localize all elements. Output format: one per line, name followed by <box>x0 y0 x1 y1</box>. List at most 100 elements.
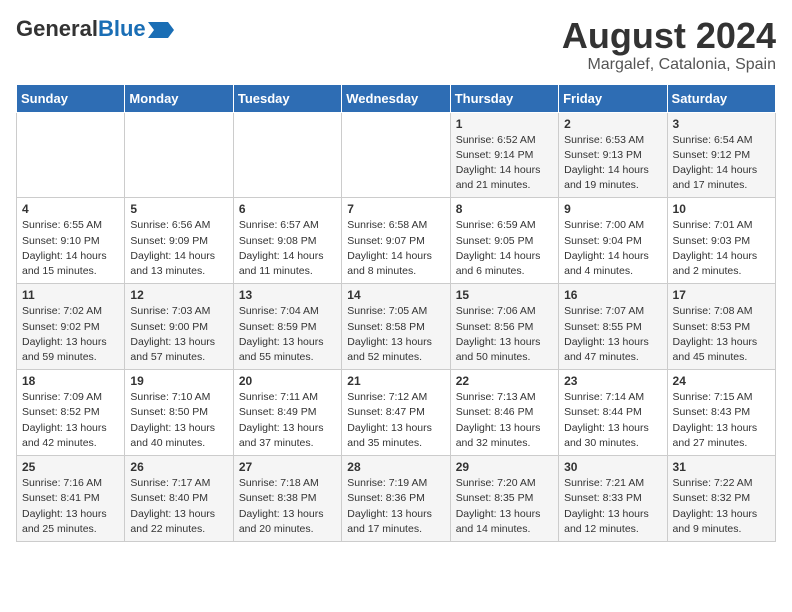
day-number: 27 <box>239 460 336 474</box>
logo-arrow-icon <box>148 22 174 38</box>
day-info: Sunrise: 7:03 AM Sunset: 9:00 PM Dayligh… <box>130 304 227 365</box>
day-cell: 17Sunrise: 7:08 AM Sunset: 8:53 PM Dayli… <box>667 284 775 370</box>
day-cell: 25 Sunrise: 7:16 AM Sunset: 8:41 PM Dayli… <box>17 456 125 542</box>
week-row-5: 25 Sunrise: 7:16 AM Sunset: 8:41 PM Dayli… <box>17 456 776 542</box>
title-block: August 2024 Margalef, Catalonia, Spain <box>562 16 776 74</box>
day-number: 6 <box>239 202 336 216</box>
day-cell: 2Sunrise: 6:53 AM Sunset: 9:13 PM Daylig… <box>559 112 667 198</box>
header-cell-tuesday: Tuesday <box>233 84 341 112</box>
day-cell: 6 Sunrise: 6:57 AM Sunset: 9:08 PM Daylig… <box>233 198 341 284</box>
day-info: Sunrise: 6:53 AM Sunset: 9:13 PM Dayligh… <box>564 133 661 194</box>
day-cell: 7 Sunrise: 6:58 AM Sunset: 9:07 PM Daylig… <box>342 198 450 284</box>
day-info: Sunrise: 7:20 AM Sunset: 8:35 PM Dayligh… <box>456 476 553 537</box>
day-info: Sunrise: 6:56 AM Sunset: 9:09 PM Dayligh… <box>130 218 227 279</box>
day-cell: 20 Sunrise: 7:11 AM Sunset: 8:49 PM Dayli… <box>233 370 341 456</box>
day-number: 22 <box>456 374 553 388</box>
logo-text-general: General <box>16 16 98 42</box>
day-cell: 16Sunrise: 7:07 AM Sunset: 8:55 PM Dayli… <box>559 284 667 370</box>
day-info: Sunrise: 6:57 AM Sunset: 9:08 PM Dayligh… <box>239 218 336 279</box>
day-number: 30 <box>564 460 661 474</box>
day-number: 26 <box>130 460 227 474</box>
day-info: Sunrise: 7:06 AM Sunset: 8:56 PM Dayligh… <box>456 304 553 365</box>
day-cell: 21Sunrise: 7:12 AM Sunset: 8:47 PM Dayli… <box>342 370 450 456</box>
calendar-title: August 2024 <box>562 16 776 56</box>
day-number: 15 <box>456 288 553 302</box>
day-cell: 26Sunrise: 7:17 AM Sunset: 8:40 PM Dayli… <box>125 456 233 542</box>
day-info: Sunrise: 7:19 AM Sunset: 8:36 PM Dayligh… <box>347 476 444 537</box>
day-number: 13 <box>239 288 336 302</box>
day-info: Sunrise: 6:55 AM Sunset: 9:10 PM Dayligh… <box>22 218 119 279</box>
week-row-2: 4 Sunrise: 6:55 AM Sunset: 9:10 PM Daylig… <box>17 198 776 284</box>
page-header: General Blue August 2024 Margalef, Catal… <box>16 16 776 74</box>
day-number: 10 <box>673 202 770 216</box>
day-number: 29 <box>456 460 553 474</box>
day-number: 9 <box>564 202 661 216</box>
day-number: 18 <box>22 374 119 388</box>
day-cell: 14Sunrise: 7:05 AM Sunset: 8:58 PM Dayli… <box>342 284 450 370</box>
header-cell-thursday: Thursday <box>450 84 558 112</box>
week-row-3: 11 Sunrise: 7:02 AM Sunset: 9:02 PM Dayli… <box>17 284 776 370</box>
day-number: 23 <box>564 374 661 388</box>
day-cell: 27 Sunrise: 7:18 AM Sunset: 8:38 PM Dayli… <box>233 456 341 542</box>
day-info: Sunrise: 7:13 AM Sunset: 8:46 PM Dayligh… <box>456 390 553 451</box>
day-number: 8 <box>456 202 553 216</box>
day-cell: 18 Sunrise: 7:09 AM Sunset: 8:52 PM Dayli… <box>17 370 125 456</box>
calendar-subtitle: Margalef, Catalonia, Spain <box>562 56 776 74</box>
day-number: 28 <box>347 460 444 474</box>
day-cell <box>233 112 341 198</box>
day-info: Sunrise: 7:08 AM Sunset: 8:53 PM Dayligh… <box>673 304 770 365</box>
day-number: 12 <box>130 288 227 302</box>
day-number: 7 <box>347 202 444 216</box>
day-cell <box>17 112 125 198</box>
day-cell: 29 Sunrise: 7:20 AM Sunset: 8:35 PM Dayli… <box>450 456 558 542</box>
day-cell: 31Sunrise: 7:22 AM Sunset: 8:32 PM Dayli… <box>667 456 775 542</box>
day-info: Sunrise: 7:16 AM Sunset: 8:41 PM Dayligh… <box>22 476 119 537</box>
day-number: 19 <box>130 374 227 388</box>
header-cell-wednesday: Wednesday <box>342 84 450 112</box>
day-info: Sunrise: 7:09 AM Sunset: 8:52 PM Dayligh… <box>22 390 119 451</box>
day-cell: 5 Sunrise: 6:56 AM Sunset: 9:09 PM Daylig… <box>125 198 233 284</box>
day-info: Sunrise: 7:02 AM Sunset: 9:02 PM Dayligh… <box>22 304 119 365</box>
day-number: 11 <box>22 288 119 302</box>
day-info: Sunrise: 7:04 AM Sunset: 8:59 PM Dayligh… <box>239 304 336 365</box>
day-cell: 10Sunrise: 7:01 AM Sunset: 9:03 PM Dayli… <box>667 198 775 284</box>
day-number: 31 <box>673 460 770 474</box>
day-cell: 1Sunrise: 6:52 AM Sunset: 9:14 PM Daylig… <box>450 112 558 198</box>
day-info: Sunrise: 7:21 AM Sunset: 8:33 PM Dayligh… <box>564 476 661 537</box>
day-number: 3 <box>673 117 770 131</box>
day-cell: 9 Sunrise: 7:00 AM Sunset: 9:04 PM Daylig… <box>559 198 667 284</box>
day-number: 4 <box>22 202 119 216</box>
day-cell <box>125 112 233 198</box>
day-cell: 22 Sunrise: 7:13 AM Sunset: 8:46 PM Dayli… <box>450 370 558 456</box>
day-cell: 30 Sunrise: 7:21 AM Sunset: 8:33 PM Dayli… <box>559 456 667 542</box>
day-info: Sunrise: 7:12 AM Sunset: 8:47 PM Dayligh… <box>347 390 444 451</box>
week-row-4: 18 Sunrise: 7:09 AM Sunset: 8:52 PM Dayli… <box>17 370 776 456</box>
day-info: Sunrise: 7:18 AM Sunset: 8:38 PM Dayligh… <box>239 476 336 537</box>
day-info: Sunrise: 6:58 AM Sunset: 9:07 PM Dayligh… <box>347 218 444 279</box>
day-cell: 12 Sunrise: 7:03 AM Sunset: 9:00 PM Dayli… <box>125 284 233 370</box>
day-number: 20 <box>239 374 336 388</box>
header-cell-friday: Friday <box>559 84 667 112</box>
day-number: 5 <box>130 202 227 216</box>
day-cell: 4 Sunrise: 6:55 AM Sunset: 9:10 PM Daylig… <box>17 198 125 284</box>
logo: General Blue <box>16 16 174 42</box>
week-row-1: 1Sunrise: 6:52 AM Sunset: 9:14 PM Daylig… <box>17 112 776 198</box>
day-cell: 23Sunrise: 7:14 AM Sunset: 8:44 PM Dayli… <box>559 370 667 456</box>
header-cell-sunday: Sunday <box>17 84 125 112</box>
day-info: Sunrise: 6:59 AM Sunset: 9:05 PM Dayligh… <box>456 218 553 279</box>
day-number: 25 <box>22 460 119 474</box>
day-cell: 3 Sunrise: 6:54 AM Sunset: 9:12 PM Daylig… <box>667 112 775 198</box>
header-cell-monday: Monday <box>125 84 233 112</box>
day-info: Sunrise: 7:00 AM Sunset: 9:04 PM Dayligh… <box>564 218 661 279</box>
day-info: Sunrise: 7:10 AM Sunset: 8:50 PM Dayligh… <box>130 390 227 451</box>
day-info: Sunrise: 7:15 AM Sunset: 8:43 PM Dayligh… <box>673 390 770 451</box>
day-info: Sunrise: 6:52 AM Sunset: 9:14 PM Dayligh… <box>456 133 553 194</box>
day-info: Sunrise: 6:54 AM Sunset: 9:12 PM Dayligh… <box>673 133 770 194</box>
day-number: 14 <box>347 288 444 302</box>
logo-text-blue: Blue <box>98 16 146 42</box>
header-cell-saturday: Saturday <box>667 84 775 112</box>
day-info: Sunrise: 7:11 AM Sunset: 8:49 PM Dayligh… <box>239 390 336 451</box>
day-cell: 15 Sunrise: 7:06 AM Sunset: 8:56 PM Dayli… <box>450 284 558 370</box>
day-cell: 13 Sunrise: 7:04 AM Sunset: 8:59 PM Dayli… <box>233 284 341 370</box>
day-cell: 28 Sunrise: 7:19 AM Sunset: 8:36 PM Dayli… <box>342 456 450 542</box>
